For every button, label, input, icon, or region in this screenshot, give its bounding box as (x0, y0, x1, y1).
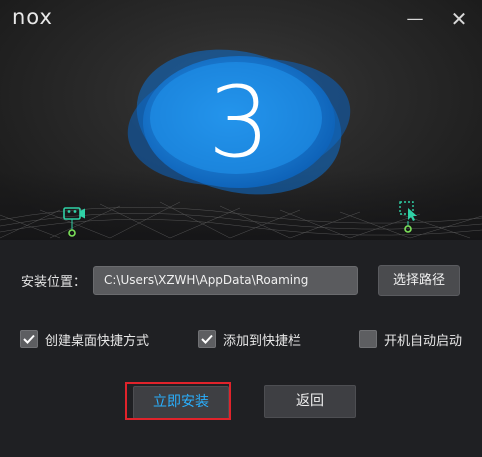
install-now-button[interactable]: 立即安装 (133, 386, 229, 419)
checkbox-unchecked-icon[interactable] (359, 330, 377, 348)
nox-logo: nox (12, 5, 53, 29)
video-camera-icon (62, 204, 86, 240)
install-path-label: 安装位置： (21, 275, 87, 290)
quick-launch-checkbox[interactable]: 添加到快捷栏 (198, 329, 301, 349)
checkbox-checked-icon[interactable] (20, 330, 38, 348)
checkbox-checked-icon[interactable] (198, 330, 216, 348)
autostart-checkbox[interactable]: 开机自动启动 (359, 329, 462, 349)
browse-path-button[interactable]: 选择路径 (378, 265, 460, 296)
installer-window: nox — ✕ 3 安装位置： C:\Users\XZWH\AppData\Ro… (0, 0, 482, 457)
banner: nox — ✕ 3 (0, 0, 482, 240)
desktop-shortcut-label: 创建桌面快捷方式 (45, 333, 150, 349)
step-number: 3 (208, 66, 270, 180)
back-button[interactable]: 返回 (264, 385, 356, 418)
desktop-shortcut-checkbox[interactable]: 创建桌面快捷方式 (20, 329, 149, 349)
minimize-button[interactable]: — (404, 8, 426, 30)
drag-select-icon (398, 200, 422, 238)
close-button[interactable]: ✕ (448, 8, 470, 30)
autostart-label: 开机自动启动 (384, 333, 463, 349)
quick-launch-label: 添加到快捷栏 (223, 333, 302, 349)
install-path-input[interactable]: C:\Users\XZWH\AppData\Roaming (93, 266, 358, 295)
